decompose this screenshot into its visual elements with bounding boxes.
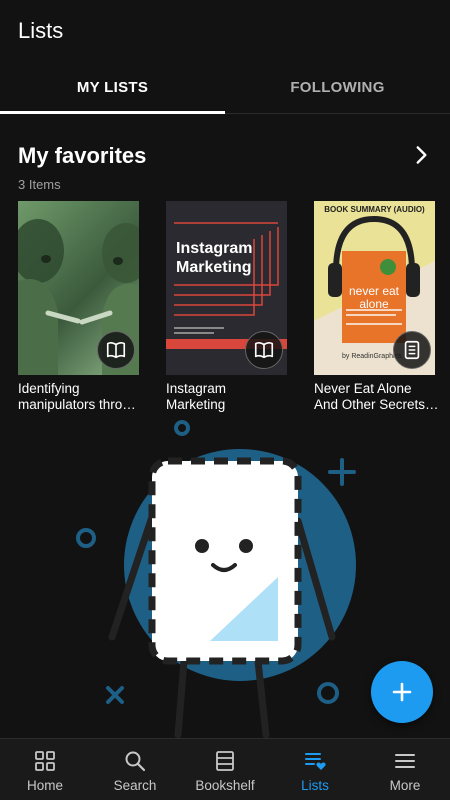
grid-icon [35, 751, 55, 771]
tab-indicator [0, 111, 225, 114]
plus-icon [392, 682, 412, 702]
nav-label: Home [26, 778, 63, 793]
chevron-right-icon[interactable] [408, 142, 434, 168]
nav-bookshelf[interactable]: Bookshelf [180, 739, 270, 800]
bookshelf-icon [216, 751, 234, 771]
tab-my-lists[interactable]: MY LISTS [0, 64, 225, 114]
book-cover[interactable]: BOOK SUMMARY (AUDIO) never eat alone by … [314, 201, 435, 375]
page-title: Lists [18, 18, 64, 43]
item-count: 3 Items [18, 177, 61, 192]
add-list-button[interactable] [371, 661, 433, 723]
book-cover[interactable]: Instagram Marketing [166, 201, 287, 375]
nav-label: Search [113, 778, 157, 793]
book-type-badge [393, 331, 431, 369]
nav-search[interactable]: Search [90, 739, 180, 800]
cover-title: never eat alone [348, 284, 400, 311]
empty-state-illustration [76, 420, 356, 739]
menu-icon [395, 754, 415, 768]
book-cover[interactable] [18, 201, 139, 375]
tab-bar: MY LISTS FOLLOWING [0, 64, 450, 114]
nav-home[interactable]: Home [0, 739, 90, 800]
nav-more[interactable]: More [360, 739, 450, 800]
book-title[interactable]: Instagram Marketing [166, 381, 291, 413]
book-card[interactable]: BOOK SUMMARY (AUDIO) never eat alone by … [314, 201, 439, 413]
book-type-badge [245, 331, 283, 369]
cover-header: BOOK SUMMARY (AUDIO) [324, 205, 425, 214]
search-icon [125, 751, 146, 772]
book-card[interactable]: Identifying manipulators thro… [18, 201, 139, 413]
book-title[interactable]: Identifying manipulators thro… [18, 381, 143, 413]
nav-label: More [389, 778, 421, 793]
audio-summary-icon [404, 340, 420, 360]
cover-title: Instagram Marketing [176, 240, 253, 276]
section-title[interactable]: My favorites [18, 143, 146, 169]
book-card[interactable]: Instagram Marketing Instagram Marketing [166, 201, 287, 413]
nav-lists[interactable]: Lists [270, 739, 360, 800]
app-bar: Lists [0, 0, 450, 64]
book-icon [254, 342, 274, 359]
tab-following[interactable]: FOLLOWING [225, 64, 450, 114]
nav-label: Bookshelf [195, 778, 255, 793]
lists-icon [305, 753, 326, 770]
bottom-navigation: Home Search Bookshelf Lists More [0, 738, 450, 800]
book-icon [106, 342, 126, 359]
book-title[interactable]: Never Eat Alone And Other Secrets… [314, 381, 439, 413]
book-type-badge [97, 331, 135, 369]
nav-label: Lists [301, 778, 329, 793]
